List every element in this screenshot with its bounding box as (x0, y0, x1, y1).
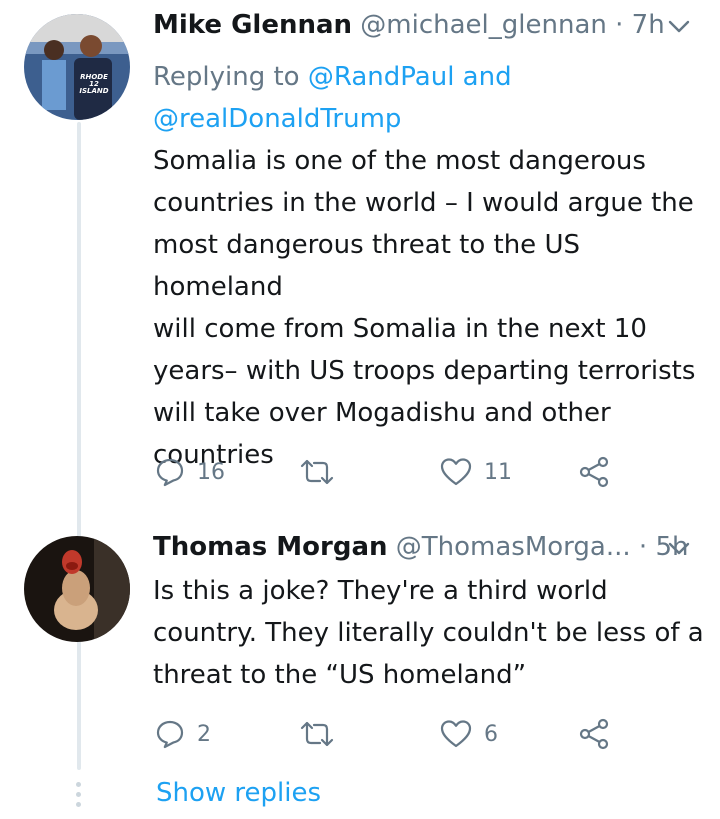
replying-to-label: Replying to (153, 62, 308, 92)
reply-icon (156, 458, 184, 487)
share-icon (579, 456, 609, 488)
tweet-text-line: country. They literally couldn't be less… (153, 618, 704, 648)
reply-icon (156, 720, 184, 749)
separator-dot: · (638, 532, 648, 562)
tweet-text: Is this a joke? They're a third world co… (153, 570, 708, 696)
thread-dots (76, 782, 81, 812)
avatar-shirt-text: RHODE 12 ISLAND (79, 73, 109, 95)
reply-count: 16 (197, 459, 225, 485)
tweet-text-line: will come from Somalia in the next 10 (153, 314, 647, 344)
tweet-text: Somalia is one of the most dangerous cou… (153, 140, 708, 476)
retweet-icon (300, 459, 334, 485)
tweet-text-line: threat to the “US homeland” (153, 660, 527, 690)
chevron-down-icon[interactable] (668, 20, 690, 34)
tweet-header: Thomas Morgan @ThomasMorga... · 5h (153, 532, 688, 562)
tweet-header: Mike Glennan @michael_glennan · 7h (153, 10, 665, 40)
tweet-text-line: will take over Mogadishu and other (153, 398, 611, 428)
share-button[interactable] (578, 714, 610, 754)
display-name[interactable]: Mike Glennan (153, 10, 352, 40)
reply-count: 2 (197, 721, 211, 747)
tweet-text-line: Somalia is one of the most dangerous (153, 146, 646, 176)
avatar[interactable]: RHODE 12 ISLAND (24, 14, 130, 120)
mention-link[interactable]: @realDonaldTrump (153, 104, 401, 134)
replying-and: and (454, 62, 512, 92)
avatar[interactable] (24, 536, 130, 642)
tweet-text-line: years– with US troops departing terroris… (153, 356, 696, 386)
chevron-down-icon[interactable] (668, 542, 690, 556)
retweet-button[interactable] (298, 452, 348, 492)
tweet-text-line: countries in the world – I would argue t… (153, 188, 694, 218)
share-button[interactable] (578, 452, 610, 492)
timestamp[interactable]: 7h (632, 10, 665, 40)
retweet-button[interactable] (298, 714, 348, 754)
user-handle[interactable]: @ThomasMorga... (396, 532, 631, 562)
reply-button[interactable]: 16 (155, 452, 225, 492)
display-name[interactable]: Thomas Morgan (153, 532, 388, 562)
like-count: 6 (484, 721, 498, 747)
user-handle[interactable]: @michael_glennan (360, 10, 607, 40)
like-button[interactable]: 11 (440, 452, 512, 492)
mention-link[interactable]: @RandPaul (308, 62, 455, 92)
like-icon (440, 720, 472, 748)
show-replies-link[interactable]: Show replies (156, 778, 321, 808)
tweet-actions: 16 11 (153, 452, 623, 492)
retweet-icon (300, 721, 334, 747)
share-icon (579, 718, 609, 750)
like-icon (440, 458, 472, 486)
reply-button[interactable]: 2 (155, 714, 211, 754)
tweet-text-line: most dangerous threat to the US homeland (153, 230, 580, 302)
like-count: 11 (484, 459, 512, 485)
tweet-text-line: Is this a joke? They're a third world (153, 576, 608, 606)
replying-to: Replying to @RandPaul and @realDonaldTru… (153, 56, 512, 140)
thread-connector (77, 122, 81, 770)
tweet-actions: 2 6 (153, 714, 623, 754)
separator-dot: · (615, 10, 624, 40)
like-button[interactable]: 6 (440, 714, 498, 754)
